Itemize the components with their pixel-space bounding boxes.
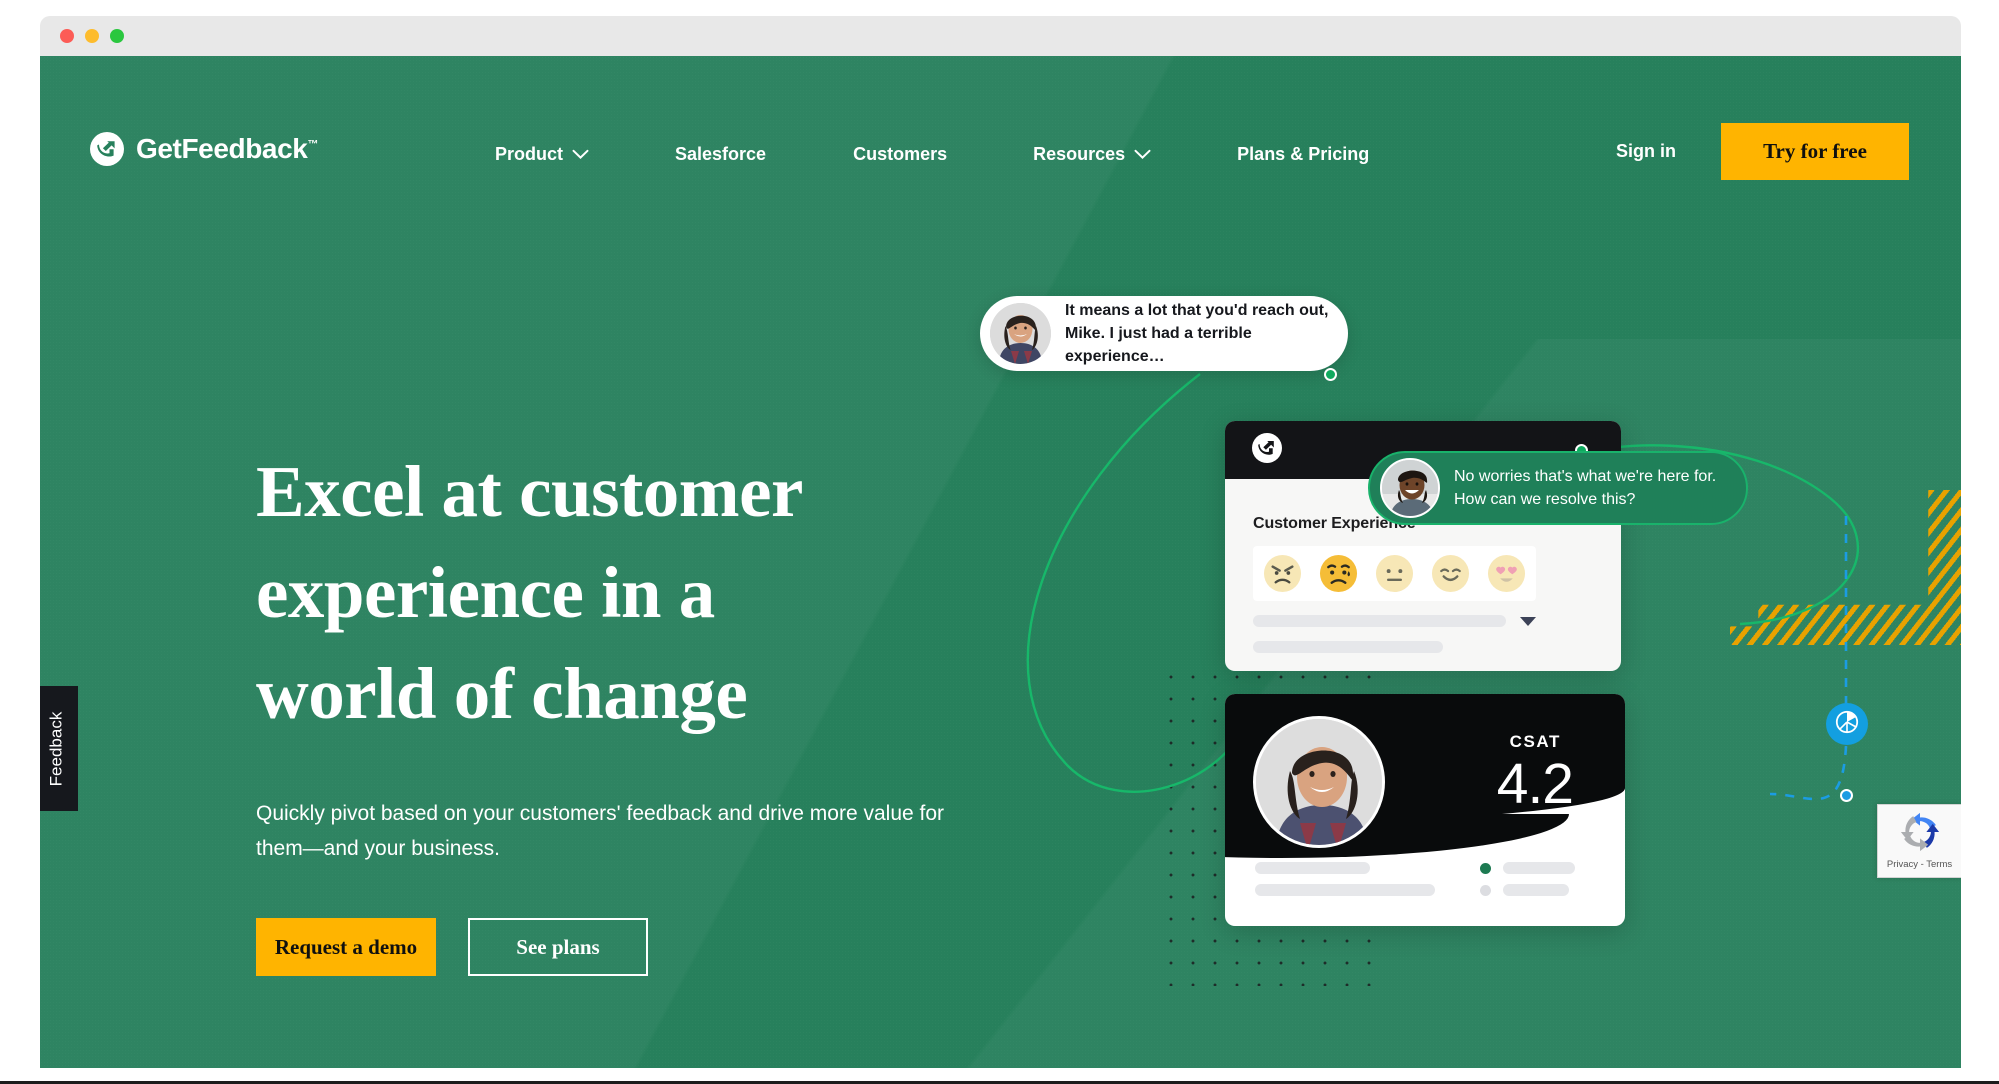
window-minimize-button[interactable]: [85, 29, 99, 43]
agent-message-text: No worries that's what we're here for. H…: [1454, 468, 1717, 508]
window-close-button[interactable]: [60, 29, 74, 43]
feedback-side-tab[interactable]: Feedback: [40, 686, 78, 811]
caret-down-icon[interactable]: [1520, 616, 1536, 626]
recaptcha-badge[interactable]: Privacy - Terms: [1877, 804, 1961, 878]
nav-item-label: Plans & Pricing: [1237, 144, 1370, 164]
page-root: GetFeedback™ Product Salesforce Customer…: [0, 0, 1999, 1084]
website-viewport: GetFeedback™ Product Salesforce Customer…: [40, 56, 1961, 1068]
angry-face-icon[interactable]: [1263, 554, 1302, 593]
csat-line: [1255, 884, 1435, 896]
pie-chart-icon: [1834, 709, 1860, 740]
hero-title-line: experience in a: [256, 552, 715, 633]
csat-card: CSAT 4.2: [1225, 694, 1625, 926]
hero-title-line: world of change: [256, 653, 748, 734]
survey-secondary-placeholder: [1253, 641, 1443, 653]
request-demo-button[interactable]: Request a demo: [256, 918, 436, 976]
trademark-symbol: ™: [307, 138, 319, 151]
hero-title-line: Excel at customer: [256, 451, 803, 532]
browser-chrome: [40, 16, 1961, 56]
pie-chart-badge[interactable]: [1826, 703, 1868, 745]
survey-secondary-row: [1253, 641, 1593, 653]
nav-item-product[interactable]: Product: [495, 144, 589, 165]
csat-line: [1255, 862, 1370, 874]
brand-logo[interactable]: GetFeedback™: [90, 132, 318, 166]
nav-item-plans-pricing[interactable]: Plans & Pricing: [1237, 144, 1369, 165]
csat-skeleton-rows: [1255, 862, 1595, 906]
hero-cta-group: Request a demo See plans: [256, 918, 1016, 976]
nav-item-label: Product: [495, 144, 564, 164]
window-maximize-button[interactable]: [110, 29, 124, 43]
window-traffic-lights: [60, 29, 124, 43]
survey-input-row: [1253, 615, 1593, 627]
primary-navigation: Product Salesforce Customers Resources P…: [495, 144, 1369, 165]
hero-subtitle: Quickly pivot based on your customers' f…: [256, 802, 945, 860]
legend-dot-active: [1480, 862, 1491, 874]
try-for-free-button[interactable]: Try for free: [1721, 123, 1909, 180]
customer-message-bubble: It means a lot that you'd reach out, Mik…: [980, 296, 1348, 371]
customer-avatar: [990, 303, 1051, 364]
agent-profile-avatar: [1253, 716, 1385, 848]
csat-legend-row: [1480, 884, 1575, 896]
heart-eyes-face-icon[interactable]: [1487, 554, 1526, 593]
nav-item-customers[interactable]: Customers: [853, 144, 947, 165]
csat-card-footer: [1225, 862, 1625, 906]
agent-avatar: [1380, 458, 1440, 518]
hero-section: Excel at customer experience in a world …: [256, 441, 1016, 976]
csat-legend: [1480, 862, 1575, 906]
nav-item-salesforce[interactable]: Salesforce: [675, 144, 766, 165]
feedback-tab-label: Feedback: [46, 711, 66, 786]
csat-legend-line: [1503, 862, 1575, 874]
header-actions: Sign in Try for free: [1616, 123, 1909, 180]
legend-dot-inactive: [1480, 884, 1491, 896]
getfeedback-logo-icon: [90, 132, 124, 166]
recaptcha-icon: [1900, 812, 1940, 857]
chevron-down-icon: [1134, 144, 1151, 165]
csat-metric-value: 4.2: [1496, 752, 1574, 816]
recaptcha-privacy-terms[interactable]: Privacy - Terms: [1887, 859, 1952, 870]
smiling-face-icon[interactable]: [1431, 554, 1470, 593]
csat-legend-line: [1503, 884, 1569, 896]
nav-item-label: Customers: [853, 144, 948, 164]
sad-face-icon[interactable]: [1319, 554, 1358, 593]
nav-item-label: Salesforce: [675, 144, 767, 164]
connection-node-top: [1324, 368, 1337, 381]
nav-item-label: Resources: [1033, 144, 1126, 164]
neutral-face-icon[interactable]: [1375, 554, 1414, 593]
page-title: Excel at customer experience in a world …: [256, 441, 1016, 744]
chevron-down-icon: [572, 144, 589, 165]
customer-message-text: It means a lot that you'd reach out, Mik…: [1065, 302, 1329, 365]
csat-text-placeholders: [1255, 862, 1440, 896]
see-plans-button[interactable]: See plans: [468, 918, 648, 976]
survey-input-placeholder[interactable]: [1253, 615, 1506, 627]
agent-message-bubble: No worries that's what we're here for. H…: [1368, 451, 1748, 525]
sign-in-link[interactable]: Sign in: [1616, 141, 1676, 162]
nav-item-resources[interactable]: Resources: [1033, 144, 1151, 165]
csat-metric-label: CSAT: [1509, 732, 1561, 751]
hero-illustration: Customer Experience CSAT 4.2 It means a …: [980, 296, 1961, 1068]
brand-name: GetFeedback™: [136, 133, 319, 164]
connection-node-blue: [1840, 789, 1853, 802]
csat-legend-row: [1480, 862, 1575, 874]
emoji-rating-scale: [1253, 546, 1536, 601]
site-header: GetFeedback™ Product Salesforce Customer…: [40, 56, 1961, 180]
getfeedback-mark-icon: [1252, 432, 1282, 468]
